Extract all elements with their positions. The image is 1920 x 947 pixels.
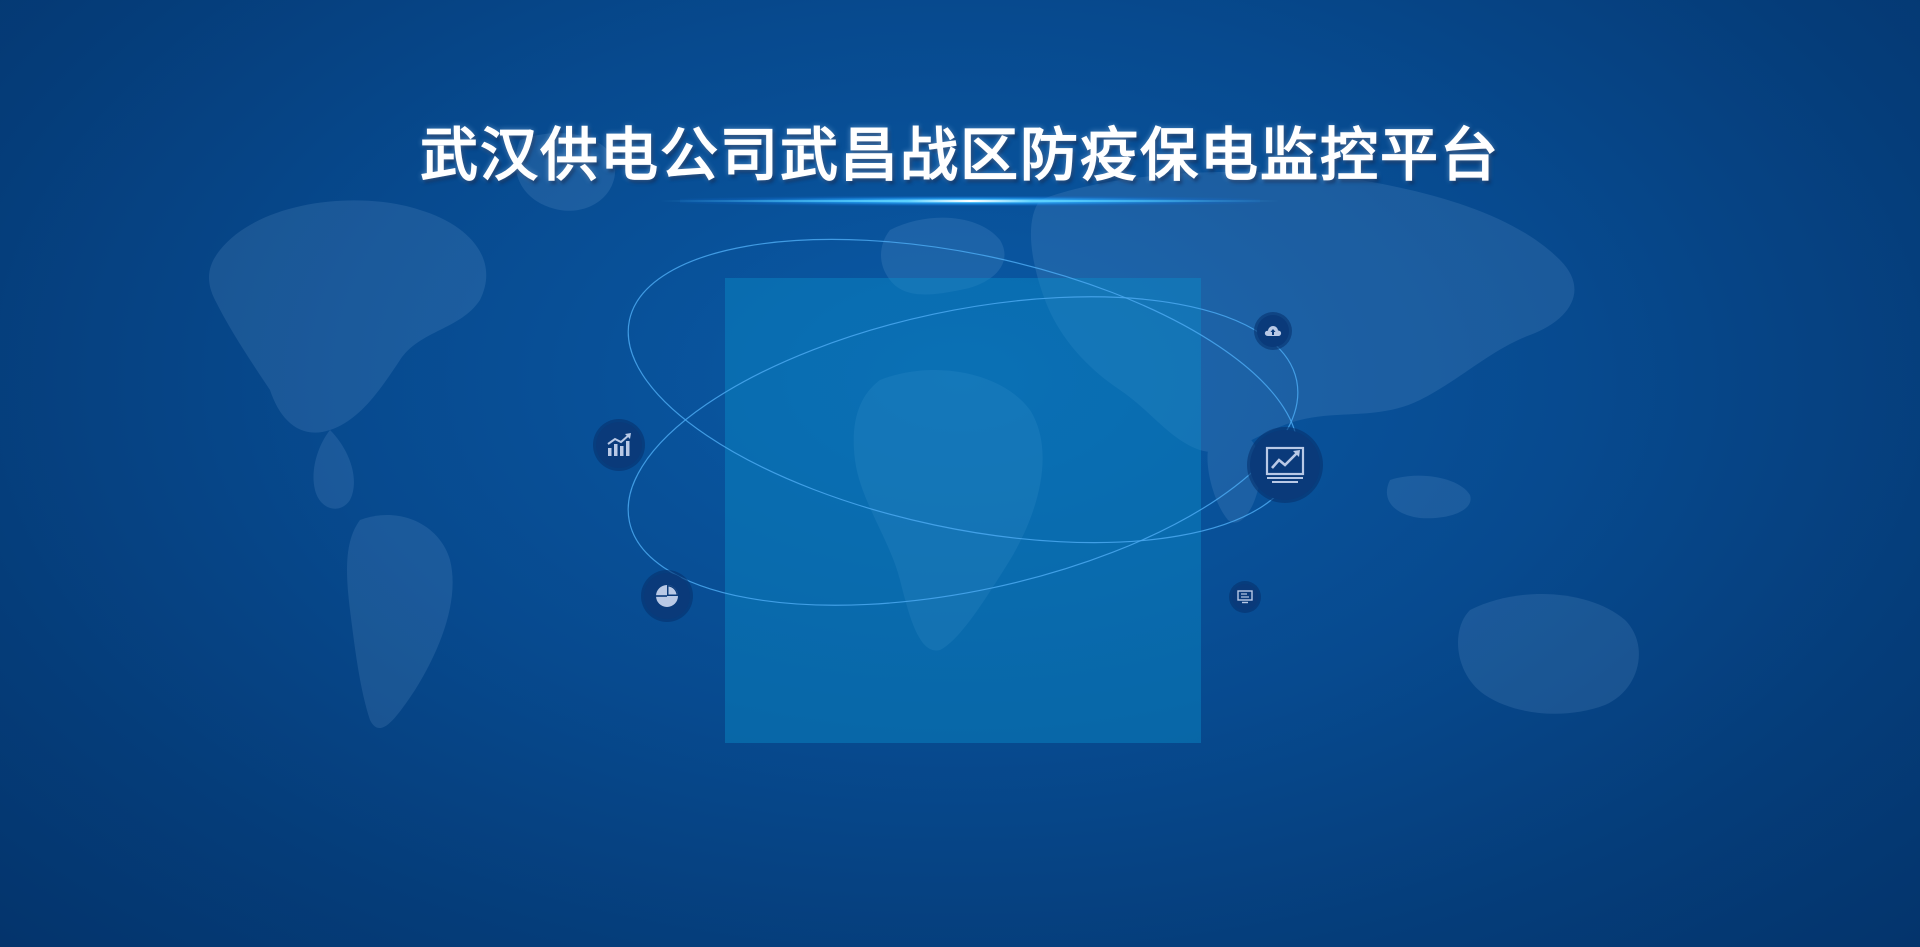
node-monitor-trend[interactable] <box>1250 430 1320 500</box>
page-title: 武汉供电公司武昌战区防疫保电监控平台 <box>419 121 1500 189</box>
bar-chart-trend-icon <box>607 433 631 456</box>
center-content-panel <box>725 278 1201 743</box>
node-small-monitor[interactable] <box>1232 584 1258 610</box>
node-pie-chart[interactable] <box>644 573 690 619</box>
title-glow-line <box>660 200 1280 202</box>
node-cloud-upload[interactable] <box>1257 315 1289 347</box>
node-bar-chart[interactable] <box>596 422 642 468</box>
pie-chart-icon <box>656 585 678 607</box>
cloud-upload-icon <box>1264 326 1282 336</box>
monitor-trend-icon <box>1265 446 1305 483</box>
small-monitor-icon <box>1237 590 1253 604</box>
